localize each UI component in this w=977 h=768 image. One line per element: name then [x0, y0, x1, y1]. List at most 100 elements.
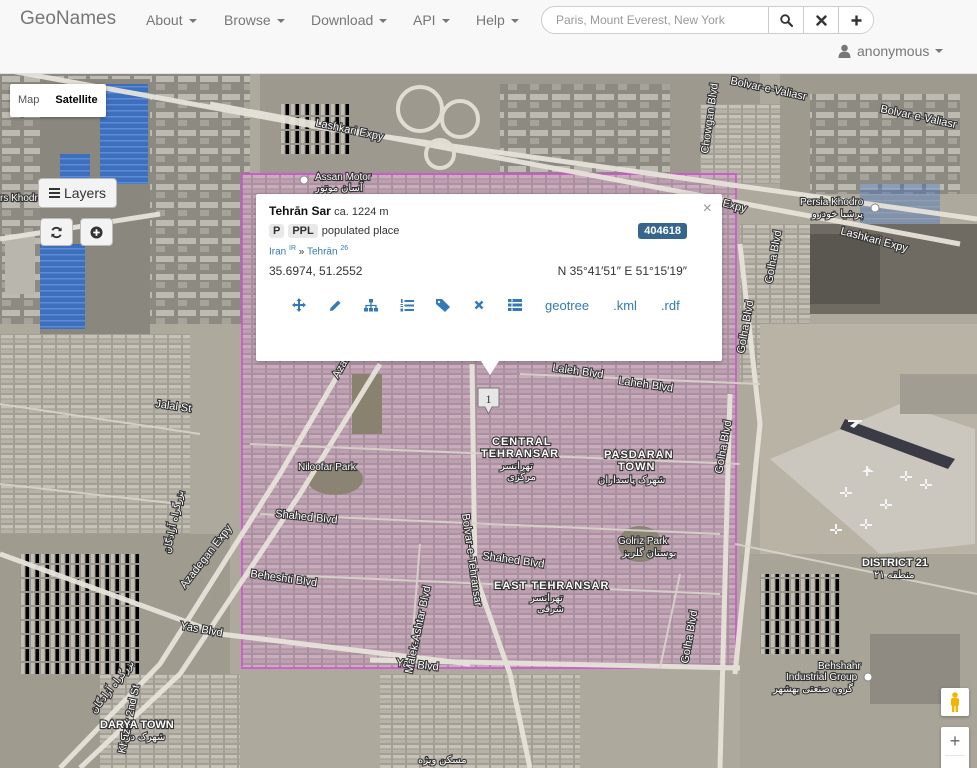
nav-help-label: Help	[476, 12, 505, 28]
label-behshahr: Behshahr	[818, 661, 861, 672]
breadcrumb-country[interactable]: Iran	[269, 246, 286, 257]
label-central-fa: تهرانسر	[499, 461, 533, 472]
caret-down-icon	[379, 19, 388, 24]
pencil-icon	[329, 300, 340, 311]
caret-down-icon	[276, 19, 285, 24]
label-district-21: DISTRICT 21	[862, 557, 928, 569]
nav-help[interactable]: Help	[476, 12, 519, 28]
nav-about[interactable]: About	[146, 12, 197, 28]
kml-link[interactable]: .kml	[613, 298, 637, 313]
rdf-link[interactable]: .rdf	[661, 298, 680, 313]
clear-search-button[interactable]	[803, 7, 838, 33]
user-icon	[838, 44, 851, 58]
street-view-pegman[interactable]	[941, 688, 969, 716]
breadcrumb-admin1[interactable]: Tehrān	[307, 246, 338, 257]
place-name: Tehrān Sar	[269, 204, 331, 218]
hierarchy-button[interactable]	[353, 297, 389, 313]
label-maskan-vizhe: مسکن ویژه	[418, 755, 467, 766]
nav-download-label: Download	[311, 12, 374, 28]
plus-circle-icon	[90, 225, 103, 239]
search-bar	[541, 6, 874, 34]
caret-down-icon	[935, 49, 944, 53]
label-district-21-fa: منطقه ۲۱	[874, 570, 915, 581]
close-icon	[815, 14, 827, 26]
tag-icon	[436, 298, 450, 312]
map-type-control: Map Satellite	[10, 84, 106, 117]
label-persia-khodro: Persia Khodro	[800, 197, 864, 208]
label-assan-motor-fa: آسان موتور	[314, 181, 364, 194]
feature-class-badge: P	[269, 224, 285, 238]
layers-button[interactable]: Layers	[38, 178, 117, 208]
label-golriz-park-fa: بوستان گلریز	[621, 547, 676, 559]
label-central: CENTRAL	[492, 436, 552, 448]
hamburger-icon	[48, 186, 60, 200]
zoom-in-button[interactable]: +	[941, 727, 969, 755]
admin1-code: 26	[340, 245, 349, 252]
label-persia-khodro-fa: پرشیا خودرو	[811, 209, 863, 220]
label-assan-motor: Assan Motor	[315, 172, 372, 183]
edit-button[interactable]	[317, 297, 353, 313]
label-darya-town-fa: شهرک دریا	[120, 732, 165, 743]
search-input[interactable]	[542, 7, 768, 33]
delete-button[interactable]	[461, 297, 497, 313]
brand-logo[interactable]: GeoNames	[20, 8, 116, 30]
nav-download[interactable]: Download	[311, 12, 388, 28]
map-type-satellite-button[interactable]: Satellite	[47, 84, 105, 117]
label-tehransar: TEHRANSAR	[481, 448, 559, 460]
label-industrial-group: Industrial Group	[786, 672, 858, 683]
breadcrumb-separator: »	[298, 246, 305, 258]
place-popup: × Tehrān Sar ca. 1224 m 404618 P PPL pop…	[256, 194, 722, 375]
list-ol-icon	[400, 298, 414, 311]
feature-description: populated place	[321, 225, 400, 237]
country-code: IR	[289, 245, 297, 252]
zoom-control: + −	[941, 727, 969, 768]
nav-browse[interactable]: Browse	[224, 12, 285, 28]
feature-code-badge: PPL	[288, 224, 318, 238]
breadcrumb: Iran IR » Tehrān 26	[269, 245, 348, 257]
sitemap-icon	[364, 298, 378, 311]
add-button[interactable]	[838, 7, 873, 33]
add-marker-button[interactable]	[80, 218, 113, 246]
map-canvas[interactable]: Lashkari Expy Lashkari Expy Expy Bolvar-…	[0, 74, 977, 768]
decimal-coordinates: 35.6974, 51.2552	[269, 264, 363, 278]
layers-label: Layers	[63, 185, 107, 201]
ordered-list-button[interactable]	[389, 297, 425, 313]
zoom-out-button[interactable]: −	[941, 756, 969, 768]
nav-api[interactable]: API	[413, 12, 450, 28]
caret-down-icon	[510, 19, 519, 24]
move-icon	[292, 298, 306, 312]
table-list-button[interactable]	[497, 297, 533, 313]
cluster-marker[interactable]: 1	[476, 387, 501, 415]
label-pasdaran-fa: شهرک پاسداران	[598, 475, 665, 486]
close-popup-button[interactable]: ×	[703, 200, 712, 218]
label-east-fa: تهرانسر	[529, 593, 563, 604]
popup-tip	[481, 361, 499, 375]
refresh-button[interactable]	[40, 218, 73, 246]
nav-about-label: About	[146, 12, 183, 28]
label-golriz-park: Golriz Park	[618, 536, 668, 547]
geotree-link[interactable]: geotree	[545, 298, 589, 313]
label-behshahr-fa: گروه صنعتی بهشهر	[772, 683, 853, 695]
map-type-map-button[interactable]: Map	[10, 84, 47, 117]
search-icon	[779, 13, 793, 27]
refresh-icon	[51, 226, 62, 238]
satellite-imagery: Lashkari Expy Lashkari Expy Expy Bolvar-…	[0, 74, 977, 768]
geonameid-badge[interactable]: 404618	[638, 223, 687, 239]
label-darya-town: DARYA TOWN	[100, 719, 174, 731]
label-town: TOWN	[618, 461, 655, 473]
cluster-count: 1	[486, 392, 492, 406]
dms-coordinates: N 35°41′51″ E 51°15′19″	[557, 264, 687, 278]
label-east-fa-2: شرقی	[537, 604, 564, 615]
move-button[interactable]	[281, 297, 317, 313]
search-button[interactable]	[768, 7, 803, 33]
label-east-tehransar: EAST TEHRANSAR	[494, 580, 609, 592]
nav-api-label: API	[413, 12, 436, 28]
popup-title: Tehrān Sar ca. 1224 m	[269, 204, 389, 218]
user-menu[interactable]: anonymous	[838, 43, 944, 59]
tags-button[interactable]	[425, 297, 461, 313]
elevation: ca. 1224 m	[334, 206, 389, 218]
label-central-fa-2: مرکزی	[507, 472, 536, 483]
th-list-icon	[508, 299, 522, 311]
pegman-icon	[951, 692, 959, 712]
username: anonymous	[857, 43, 930, 59]
